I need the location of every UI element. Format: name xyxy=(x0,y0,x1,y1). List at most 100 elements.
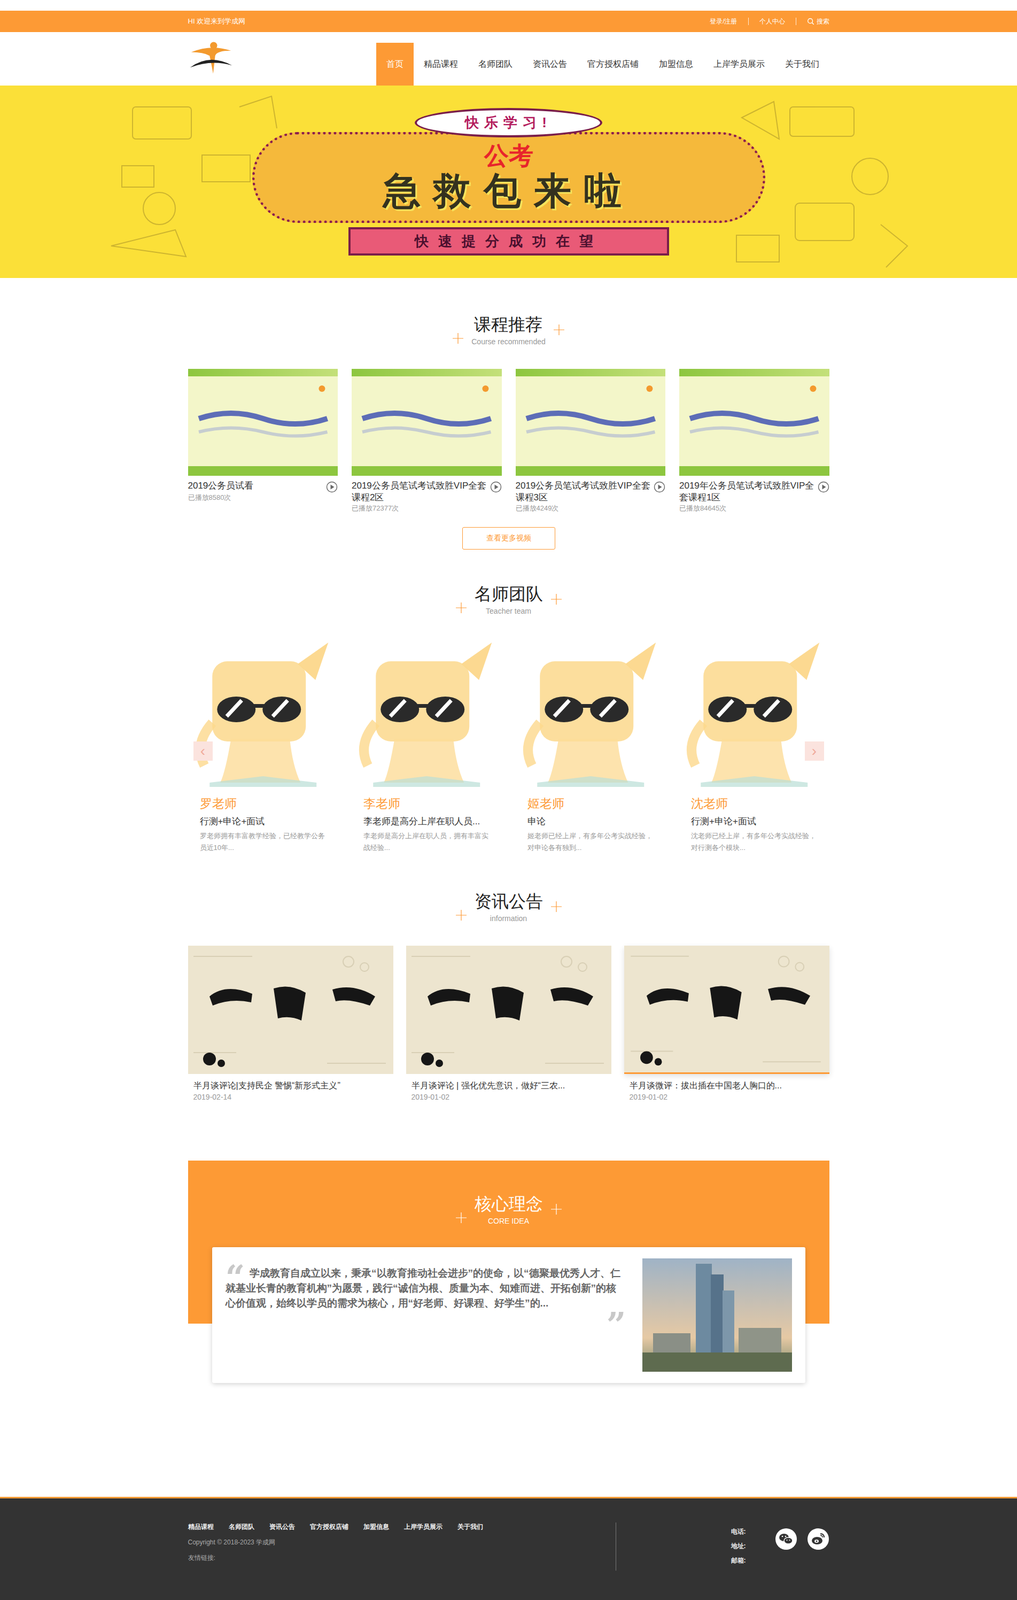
news-date: 2019-01-02 xyxy=(629,1091,825,1102)
course-card[interactable]: 2019年公务员笔试考试致胜VIP全套课程1区已播放84645次 xyxy=(679,368,830,514)
news-section: 资讯公告information半月谈评论|支持民企 警惕“新形式主义”2019-… xyxy=(188,890,830,1102)
banner[interactable]: 快乐学习!公考急救包来啦快速提分成功在望 xyxy=(0,85,1017,278)
plus-icon xyxy=(550,1202,563,1215)
nav-item[interactable]: 官方授权店铺 xyxy=(577,42,649,86)
footer-divider xyxy=(615,1522,617,1571)
course-card[interactable]: 2019公务员试看已播放8580次 xyxy=(188,368,339,514)
news-image[interactable] xyxy=(406,945,612,1074)
teacher-description: 李老师是高分上岸在职人员，拥有丰富实战经验... xyxy=(363,829,491,854)
friend-links: 友情链接: xyxy=(188,1553,605,1563)
teacher-subject: 申论 xyxy=(527,814,655,828)
teacher-description: 罗老师拥有丰富教学经验，已经教学公务员近10年... xyxy=(199,829,327,854)
teacher-description: 姬老师已经上岸，有多年公考实战经验，对申论各有独到... xyxy=(527,829,655,854)
thumbnail-art-icon xyxy=(188,376,339,467)
section-subtitle: information xyxy=(474,913,543,923)
course-card[interactable]: 2019公务员笔试考试致胜VIP全套课程2区已播放72377次 xyxy=(351,368,502,514)
play-count: 已播放8580次 xyxy=(188,492,339,503)
footer-link[interactable]: 上岸学员展示 xyxy=(404,1522,443,1532)
play-icon[interactable] xyxy=(490,480,502,493)
copyright: Copyright © 2018-2023 学成网 xyxy=(188,1537,605,1547)
section-title: 核心理念 xyxy=(474,1193,543,1214)
news-title[interactable]: 半月谈评论|支持民企 警惕“新形式主义” xyxy=(193,1078,388,1092)
banner-bubble: 快乐学习! xyxy=(414,107,603,138)
teacher-avatar-icon xyxy=(351,642,502,789)
contact-label: 邮箱: xyxy=(731,1553,747,1568)
nav-item[interactable]: 加盟信息 xyxy=(648,42,704,86)
news-image[interactable] xyxy=(188,945,394,1074)
more-videos-button[interactable]: 查看更多视频 xyxy=(462,526,556,550)
next-button[interactable]: › xyxy=(804,741,825,761)
section-subtitle: Course recommended xyxy=(471,336,546,347)
footer-link[interactable]: 加盟信息 xyxy=(363,1522,390,1532)
section-subtitle: Teacher team xyxy=(474,606,543,616)
top-links: 登录/注册个人中心搜索 xyxy=(699,17,829,26)
nav-item[interactable]: 名师团队 xyxy=(468,42,523,86)
footer-link[interactable]: 资讯公告 xyxy=(269,1522,295,1532)
play-icon[interactable] xyxy=(653,480,666,493)
teacher-avatar-icon xyxy=(188,642,339,789)
open-quote: “ xyxy=(225,1260,246,1295)
teacher-card[interactable]: 李老师李老师是高分上岸在职人员...李老师是高分上岸在职人员，拥有丰富实战经验.… xyxy=(351,642,502,854)
core-idea-card: “学成教育自成立以来，秉承“以教育推动社会进步”的使命，以“德聚最优秀人才、仁就… xyxy=(212,1246,806,1383)
nav-item[interactable]: 资讯公告 xyxy=(522,42,578,86)
nav-item[interactable]: 上岸学员展示 xyxy=(703,42,775,86)
banner-highlight: 公考 xyxy=(484,142,534,170)
wechat-icon[interactable] xyxy=(774,1527,798,1550)
contact-label: 电话: xyxy=(731,1524,747,1539)
teacher-subject: 行测+申论+面试 xyxy=(199,814,327,828)
course-name[interactable]: 2019公务员试看 xyxy=(188,479,324,492)
logo-icon[interactable] xyxy=(188,40,235,77)
teacher-name[interactable]: 姬老师 xyxy=(527,795,655,811)
plus-icon xyxy=(550,593,563,605)
news-card[interactable]: 半月谈评论|支持民企 警惕“新形式主义”2019-02-14 xyxy=(188,945,394,1102)
top-link[interactable]: 登录/注册 xyxy=(699,17,748,26)
section-title: 资讯公告 xyxy=(474,890,543,912)
course-thumbnail[interactable] xyxy=(515,368,666,476)
main-nav: 首页精品课程名师团队资讯公告官方授权店铺加盟信息上岸学员展示关于我们 xyxy=(376,42,830,86)
top-link[interactable]: 个人中心 xyxy=(748,17,796,26)
contact-label: 地址: xyxy=(731,1538,747,1554)
course-thumbnail[interactable] xyxy=(351,368,502,476)
nav-item[interactable]: 首页 xyxy=(376,42,414,86)
search-icon xyxy=(806,17,815,26)
section-title: 课程推荐 xyxy=(471,314,546,335)
banner-headline: 急救包来啦 xyxy=(383,169,635,213)
nav-item[interactable]: 精品课程 xyxy=(413,42,469,86)
close-quote: ” xyxy=(225,1307,627,1329)
top-bar: HI 欢迎来到学成网登录/注册个人中心搜索 xyxy=(0,10,1017,33)
teacher-name[interactable]: 沈老师 xyxy=(691,795,818,811)
course-name[interactable]: 2019公务员笔试考试致胜VIP全套课程3区 xyxy=(515,479,651,504)
course-name[interactable]: 2019年公务员笔试考试致胜VIP全套课程1区 xyxy=(679,479,815,504)
news-image[interactable] xyxy=(624,945,830,1074)
play-icon[interactable] xyxy=(817,480,830,493)
search-link[interactable]: 搜索 xyxy=(795,17,830,26)
section-heading: 核心理念CORE IDEA xyxy=(188,1193,830,1226)
teacher-card[interactable]: 姬老师申论姬老师已经上岸，有多年公考实战经验，对申论各有独到... xyxy=(515,642,666,854)
news-card[interactable]: 半月谈评论 | 强化优先意识，做好“三农...2019-01-02 xyxy=(406,945,612,1102)
news-card[interactable]: 半月谈微评：拔出插在中国老人胸口的...2019-01-02 xyxy=(624,945,830,1102)
teacher-description: 沈老师已经上岸，有多年公考实战经验，对行测各个模块... xyxy=(691,829,818,854)
footer-link[interactable]: 关于我们 xyxy=(457,1522,484,1532)
home-page: HI 欢迎来到学成网登录/注册个人中心搜索首页精品课程名师团队资讯公告官方授权店… xyxy=(0,0,1017,1600)
nav-item[interactable]: 关于我们 xyxy=(774,42,830,86)
footer-link[interactable]: 官方授权店铺 xyxy=(309,1522,349,1532)
teacher-name[interactable]: 罗老师 xyxy=(199,795,327,811)
top-gap xyxy=(0,0,1017,11)
course-name[interactable]: 2019公务员笔试考试致胜VIP全套课程2区 xyxy=(351,479,487,504)
course-thumbnail[interactable] xyxy=(679,368,830,476)
section-heading: 名师团队Teacher team xyxy=(188,583,830,616)
weibo-icon[interactable] xyxy=(806,1527,830,1550)
prev-button[interactable]: ‹ xyxy=(193,741,213,761)
play-icon[interactable] xyxy=(325,480,338,493)
course-thumbnail[interactable] xyxy=(188,368,339,476)
section-subtitle: CORE IDEA xyxy=(474,1215,543,1226)
play-count: 已播放72377次 xyxy=(351,503,502,514)
footer-link[interactable]: 名师团队 xyxy=(228,1522,255,1532)
news-title[interactable]: 半月谈微评：拔出插在中国老人胸口的... xyxy=(629,1078,825,1092)
teacher-section: 名师团队Teacher team 罗老师行测+申论+面试罗老师拥有丰富教学经验，已… xyxy=(188,583,830,854)
news-title[interactable]: 半月谈评论 | 强化优先意识，做好“三农... xyxy=(411,1078,607,1092)
teacher-name[interactable]: 李老师 xyxy=(363,795,491,811)
course-card[interactable]: 2019公务员笔试考试致胜VIP全套课程3区已播放4249次 xyxy=(515,368,666,514)
core-idea-section: 核心理念CORE IDEA “学成教育自成立以来，秉承“以教育推动社会进步”的使命… xyxy=(188,1160,830,1383)
footer-link[interactable]: 精品课程 xyxy=(188,1522,214,1532)
